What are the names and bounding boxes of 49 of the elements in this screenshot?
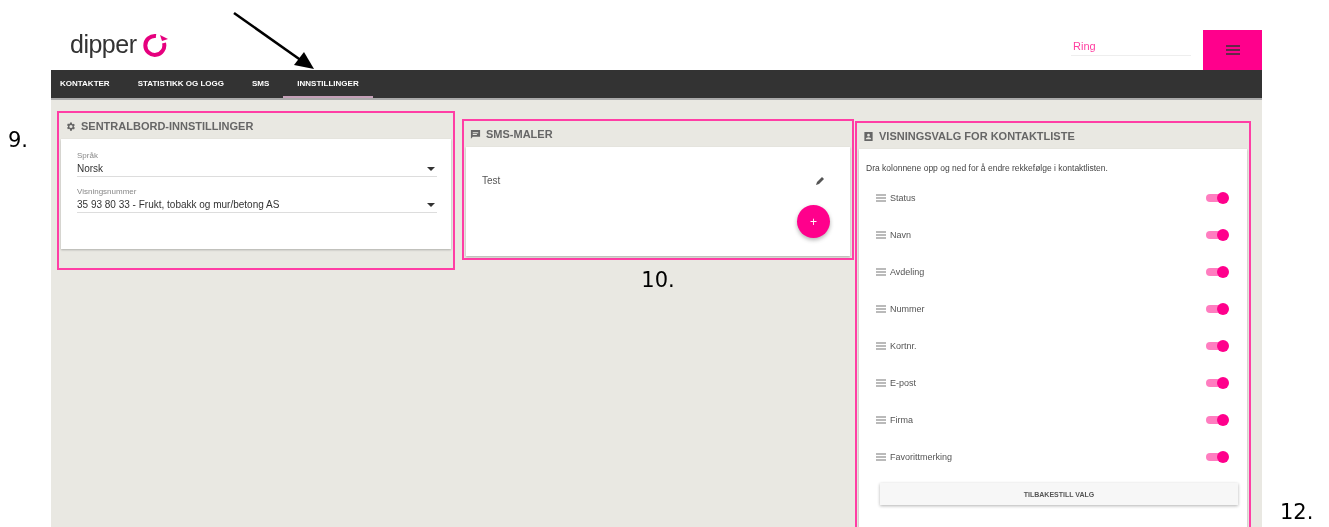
contact-icon xyxy=(863,130,874,142)
drag-handle-icon[interactable] xyxy=(876,230,886,239)
toggle-switch[interactable] xyxy=(1206,267,1227,276)
add-button[interactable]: + xyxy=(797,205,830,238)
nav-tab[interactable]: KONTAKTER xyxy=(51,70,124,98)
menu-icon xyxy=(1225,45,1240,55)
caret-icon xyxy=(427,202,435,207)
section-title: SMS-MALER xyxy=(486,128,553,140)
column-label: Avdeling xyxy=(890,266,926,277)
dropdown-field[interactable]: Språk Norsk xyxy=(77,151,437,177)
column-label: Firma xyxy=(890,414,914,425)
toggle-switch[interactable] xyxy=(1206,452,1227,461)
template-name: Test xyxy=(482,175,501,186)
drag-handle-icon[interactable] xyxy=(876,304,886,313)
nav-tab[interactable]: SMS xyxy=(238,70,284,98)
toggle-switch[interactable] xyxy=(1206,193,1227,202)
toggle-switch[interactable] xyxy=(1206,415,1227,424)
caret-icon xyxy=(427,166,435,171)
drag-handle-icon[interactable] xyxy=(876,452,886,461)
toggle-switch[interactable] xyxy=(1206,341,1227,350)
annotation-number: 9. xyxy=(8,128,30,152)
column-label: Favorittmerking xyxy=(890,451,953,462)
drag-handle-icon[interactable] xyxy=(876,378,886,387)
section-title: VISNINGSVALG FOR KONTAKTLISTE xyxy=(879,130,1075,142)
toggle-switch[interactable] xyxy=(1206,304,1227,313)
nav-tab[interactable]: STATISTIKK OG LOGG xyxy=(123,70,238,98)
column-label: Nummer xyxy=(890,303,926,314)
settings-icon xyxy=(65,120,76,132)
drag-handle-icon[interactable] xyxy=(876,267,886,276)
toggle-switch[interactable] xyxy=(1206,378,1227,387)
drag-handle-icon[interactable] xyxy=(876,193,886,202)
logo-text: dipper xyxy=(70,30,137,59)
dropdown-field[interactable]: Visningsnummer 35 93 80 33 - Frukt, tobakk og mur/betong AS xyxy=(77,187,437,213)
column-label: E-post xyxy=(890,377,917,388)
message-icon xyxy=(470,128,481,140)
menu-button[interactable] xyxy=(1203,30,1262,70)
annotation-number: 12. xyxy=(1280,499,1315,526)
column-label: Navn xyxy=(890,229,912,240)
drag-handle-icon[interactable] xyxy=(876,415,886,424)
toggle-switch[interactable] xyxy=(1206,230,1227,239)
hint-text: Dra kolonnene opp og ned for å endre rekkefølge i kontaktlisten. xyxy=(866,163,1109,173)
column-label: Status xyxy=(890,192,917,203)
edit-icon[interactable] xyxy=(815,175,825,186)
section-title: SENTRALBORD-INNSTILLINGER xyxy=(81,120,254,132)
nav-tab[interactable]: INNSTILLINGER xyxy=(283,70,373,98)
drag-handle-icon[interactable] xyxy=(876,341,886,350)
column-label: Kortnr. xyxy=(890,340,918,351)
annotation-number: 10. xyxy=(641,268,675,292)
call-field[interactable]: Ring xyxy=(1071,40,1191,56)
